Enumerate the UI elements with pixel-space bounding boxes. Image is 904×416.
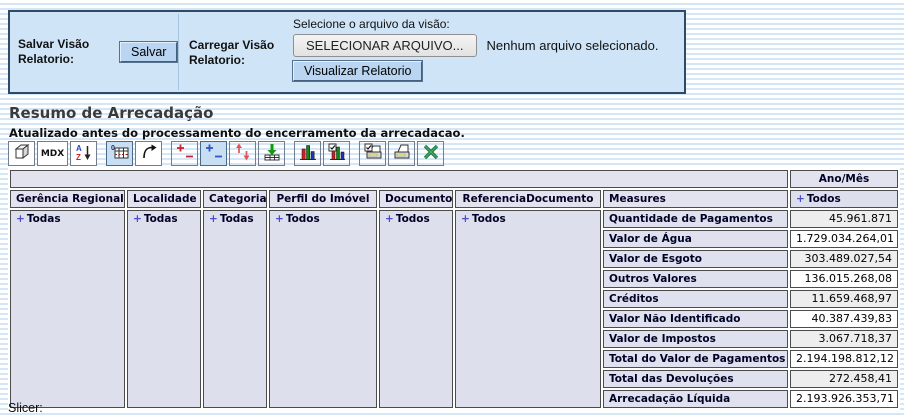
expand-icon[interactable]: +: [796, 193, 805, 205]
expand-icon[interactable]: +: [16, 213, 25, 225]
drill-member-icon: [176, 143, 194, 164]
mdx-editor-button[interactable]: MDX: [37, 141, 68, 166]
view-report-button[interactable]: Visualizar Relatorio: [293, 61, 422, 81]
measure-value: 45.961.871: [790, 210, 898, 228]
sort-button[interactable]: A Z: [70, 141, 97, 166]
drill-position-button[interactable]: [200, 141, 227, 166]
print-config-button[interactable]: [359, 141, 386, 166]
member-cell-gerencia: +Todas: [10, 210, 125, 408]
measure-name: Quantidade de Pagamentos: [603, 210, 788, 228]
cube-icon: [13, 143, 31, 164]
save-button[interactable]: Salvar: [120, 42, 177, 62]
expand-icon[interactable]: +: [133, 213, 142, 225]
measure-name: Valor Não Identificado: [603, 310, 788, 328]
measure-value: 272.458,41: [790, 370, 898, 388]
chart-config-button[interactable]: [323, 141, 350, 166]
pivot-table: Ano/Mês Gerência Regional Localidade Cat…: [8, 168, 900, 410]
chart-icon: [299, 143, 317, 164]
file-status-text: Nenhum arquivo selecionado.: [487, 38, 659, 53]
measure-name: Arrecadação Líquida: [603, 390, 788, 408]
select-file-button[interactable]: SELECIONAR ARQUIVO...: [293, 34, 477, 57]
measure-name: Total do Valor de Pagamentos: [603, 350, 788, 368]
sort-az-icon: A Z: [75, 143, 93, 164]
cube-navigator-button[interactable]: [8, 141, 35, 166]
measure-value: 40.387.439,83: [790, 310, 898, 328]
expand-icon[interactable]: +: [209, 213, 218, 225]
member-cell-referencia: +Todos: [455, 210, 601, 408]
dim-header-gerencia: Gerência Regional: [10, 190, 125, 208]
excel-export-button[interactable]: [417, 141, 444, 166]
measure-value: 136.015.268,08: [790, 270, 898, 288]
measure-value: 1.729.034.264,01: [790, 230, 898, 248]
measure-value: 3.067.718,37: [790, 330, 898, 348]
dim-header-categoria: Categoria: [203, 190, 267, 208]
svg-text:Z: Z: [76, 153, 81, 161]
drill-through-icon: [263, 143, 281, 164]
print-icon: [393, 143, 411, 164]
svg-text:A: A: [76, 144, 82, 153]
expand-icon[interactable]: +: [385, 213, 394, 225]
load-view-label: Carregar Visão Relatorio:: [189, 38, 283, 68]
olap-toolbar: MDX A Z 0: [8, 141, 446, 166]
drill-replace-button[interactable]: [229, 141, 256, 166]
dim-header-localidade: Localidade: [127, 190, 201, 208]
measure-name: Outros Valores: [603, 270, 788, 288]
show-chart-button[interactable]: [294, 141, 321, 166]
save-view-section: Salvar Visão Relatorio: Salvar: [10, 12, 178, 92]
page-subtitle: Atualizado antes do processamento do enc…: [9, 126, 465, 140]
mdx-icon: MDX: [41, 149, 64, 159]
drill-member-button[interactable]: [171, 141, 198, 166]
drill-through-button[interactable]: [258, 141, 285, 166]
swap-axes-icon: [140, 143, 158, 164]
measure-name: Créditos: [603, 290, 788, 308]
drill-replace-icon: [234, 143, 252, 164]
dim-header-documento: Documento: [379, 190, 453, 208]
column-member-cell: +Todos: [790, 190, 898, 208]
measure-value: 2.194.198.812,12: [790, 350, 898, 368]
measure-name: Total das Devoluções: [603, 370, 788, 388]
column-axis-header: Ano/Mês: [790, 170, 898, 188]
load-view-section: Carregar Visão Relatorio: Selecione o ar…: [179, 12, 684, 92]
swap-axes-button[interactable]: [135, 141, 162, 166]
member-cell-localidade: +Todas: [127, 210, 201, 408]
measure-value: 11.659.468,97: [790, 290, 898, 308]
member-cell-perfil: +Todos: [269, 210, 377, 408]
file-prompt-label: Selecione o arquivo da visão:: [293, 17, 450, 31]
excel-export-icon: [422, 143, 440, 164]
dim-header-referencia: ReferenciaDocumento: [455, 190, 601, 208]
slicer-label: Slicer:: [8, 401, 43, 415]
report-controls-panel: Salvar Visão Relatorio: Salvar Carregar …: [8, 10, 686, 94]
corner-cell: [10, 170, 788, 188]
member-cell-categoria: +Todas: [203, 210, 267, 408]
measures-header: Measures: [603, 190, 788, 208]
print-button[interactable]: [388, 141, 415, 166]
save-view-label: Salvar Visão Relatorio:: [18, 37, 106, 67]
page-title: Resumo de Arrecadação: [9, 104, 213, 122]
member-cell-documento: +Todos: [379, 210, 453, 408]
expand-icon[interactable]: +: [461, 213, 470, 225]
drill-position-icon: [205, 143, 223, 164]
measure-value: 2.193.926.353,71: [790, 390, 898, 408]
dim-header-perfil: Perfil do Imóvel: [269, 190, 377, 208]
chart-config-icon: [328, 143, 346, 164]
suppress-empty-icon: 0: [111, 143, 129, 164]
measure-name: Valor de Impostos: [603, 330, 788, 348]
measure-value: 303.489.027,54: [790, 250, 898, 268]
suppress-empty-button[interactable]: 0: [106, 141, 133, 166]
svg-text:0: 0: [111, 145, 115, 152]
measure-name: Valor de Esgoto: [603, 250, 788, 268]
measure-name: Valor de Água: [603, 230, 788, 248]
expand-icon[interactable]: +: [275, 213, 284, 225]
print-config-icon: [364, 143, 382, 164]
